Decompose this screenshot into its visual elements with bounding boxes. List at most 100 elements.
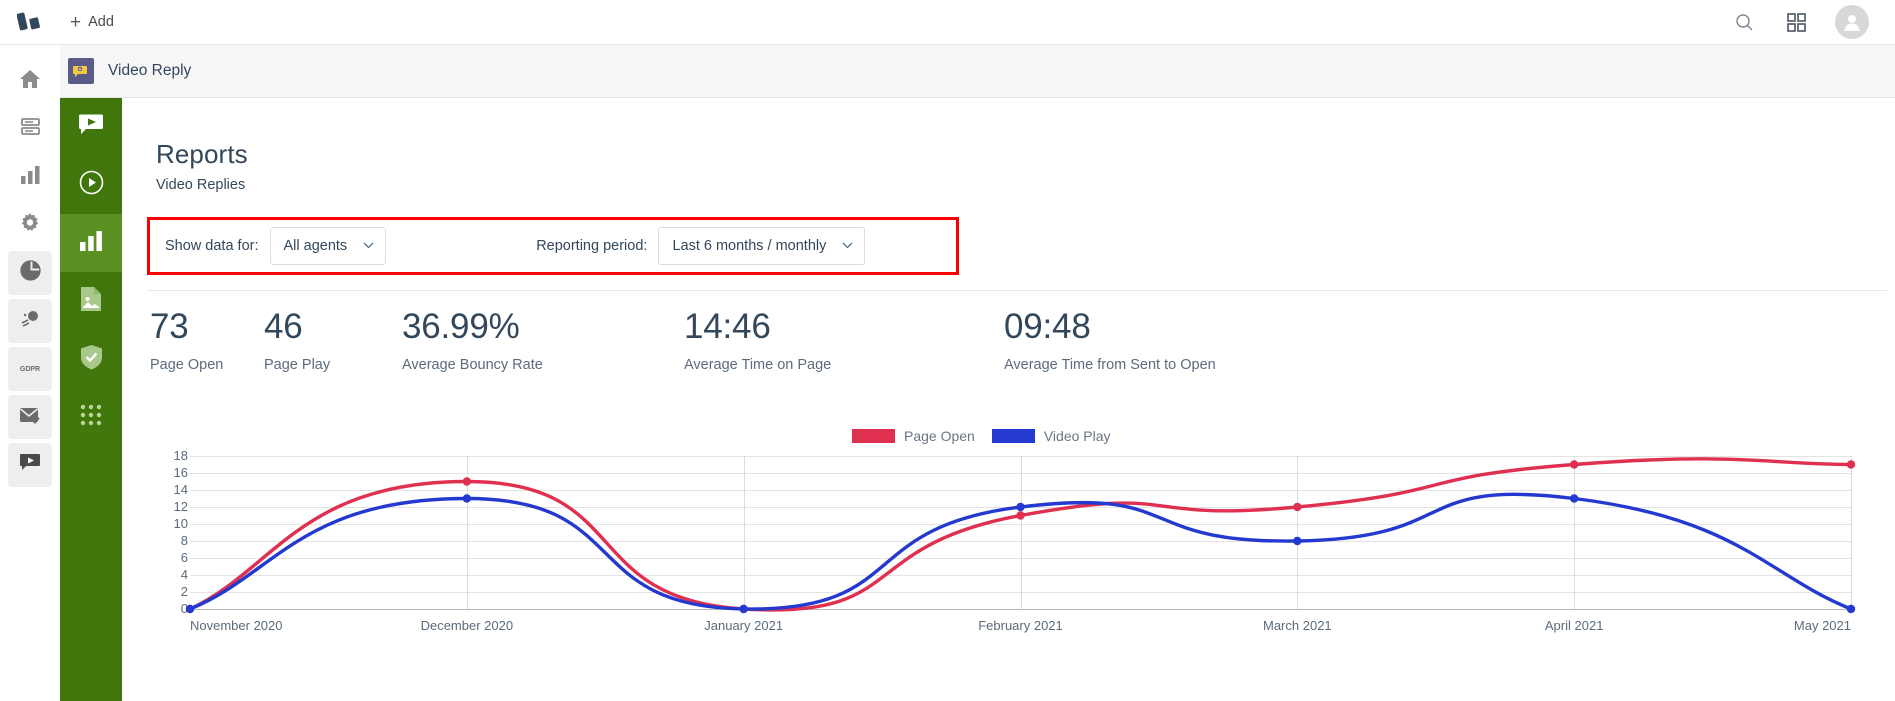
legend-item-page-open[interactable]: Page Open (852, 428, 975, 444)
rail-item-contacts[interactable] (8, 107, 52, 151)
data-point[interactable] (1016, 502, 1025, 512)
topbar-actions (1731, 5, 1895, 39)
gear-icon (19, 212, 41, 239)
data-point[interactable] (185, 604, 195, 614)
data-point[interactable] (1569, 494, 1579, 503)
x-axis-tick-label: February 2021 (978, 618, 1063, 633)
kpi-average-time-on-page: 14:46 Average Time on Page (684, 306, 1004, 373)
grid-apps-icon[interactable] (1783, 9, 1809, 35)
legend-swatch (991, 429, 1035, 443)
sidebar-item-templates[interactable] (60, 272, 122, 330)
chevron-down-icon (363, 241, 374, 252)
y-axis-tick-label: 0 (180, 601, 188, 616)
chart-vertical-gridline (1851, 456, 1852, 609)
rail-item-video-reply-app[interactable] (8, 443, 52, 487)
kpi-label: Average Time from Sent to Open (1004, 357, 1216, 373)
kpi-average-time-from-sent-to-open: 09:48 Average Time from Sent to Open (1004, 306, 1264, 373)
gdpr-icon: GDPR (19, 365, 41, 373)
rail-item-settings[interactable] (8, 203, 52, 247)
data-point[interactable] (1016, 511, 1025, 520)
reporting-period-select[interactable]: Last 6 months / monthly (658, 227, 866, 265)
sidebar-item-more-apps[interactable] (60, 388, 122, 446)
data-point[interactable] (1293, 502, 1302, 512)
video-chat-icon (19, 453, 41, 477)
x-axis-tick-label: November 2020 (190, 618, 283, 633)
y-axis-tick-label: 12 (173, 499, 188, 514)
reports-chart: Page Open Video Play 18 16 14 12 10 8 6 4 2 0 Novem… (122, 428, 1895, 698)
bar-chart-icon (20, 165, 41, 190)
rail-item-home[interactable] (8, 59, 52, 103)
series-line-page-open (188, 457, 1853, 612)
data-point[interactable] (739, 604, 748, 614)
y-axis-tick-label: 10 (173, 516, 188, 531)
kpi-value: 09:48 (1004, 307, 1091, 346)
data-point[interactable] (1846, 604, 1856, 614)
chart-legend: Page Open Video Play (852, 428, 1111, 444)
kpi-average-bouncy-rate: 36.99% Average Bouncy Rate (402, 306, 684, 373)
app-header-title: Video Reply (108, 62, 192, 79)
reporting-period-value: Last 6 months / monthly (672, 238, 827, 254)
rail-item-gdpr-app[interactable]: GDPR (8, 347, 52, 391)
search-icon[interactable] (1731, 9, 1757, 35)
page-subtitle: Video Replies (156, 177, 246, 193)
main-content: Reports Video Replies Show data for: All… (122, 98, 1895, 701)
rail-item-media-app[interactable] (8, 299, 52, 343)
x-axis-tick-label: March 2021 (1263, 618, 1332, 633)
y-axis-tick-label: 18 (173, 448, 188, 463)
sparkle-icon (20, 308, 41, 334)
kpi-label: Page Play (264, 357, 331, 373)
page-title: Reports (156, 139, 248, 169)
sidebar-item-recordings[interactable] (60, 156, 122, 214)
x-axis-tick-label: January 2021 (704, 618, 784, 633)
app-header-strip: Video Reply (60, 45, 1895, 98)
x-axis-tick-label: May 2021 (1793, 618, 1851, 633)
legend-swatch (852, 429, 895, 443)
grid-dots-icon (79, 403, 103, 432)
agents-select[interactable]: All agents (269, 227, 387, 265)
global-icon-rail: GDPR (0, 45, 60, 701)
kpi-value: 36.99% (402, 307, 520, 346)
envelope-check-icon (19, 406, 41, 429)
image-file-icon (80, 286, 102, 317)
chevron-down-icon (842, 241, 853, 252)
y-axis-tick-label: 8 (180, 533, 188, 548)
legend-item-video-play[interactable]: Video Play (991, 428, 1111, 444)
kpi-label: Page Open (150, 357, 224, 373)
rail-item-email-app[interactable] (8, 395, 52, 439)
shield-check-icon (80, 344, 103, 375)
user-avatar-icon[interactable] (1835, 5, 1869, 39)
home-icon (19, 68, 41, 95)
show-data-for-label: Show data for: (165, 238, 259, 254)
rail-item-pie-app[interactable] (8, 251, 52, 295)
kpi-page-open: 73 Page Open (150, 306, 264, 373)
kpi-value: 73 (150, 307, 189, 346)
reporting-period-label: Reporting period: (536, 238, 648, 254)
x-axis-tick-label: April 2021 (1544, 618, 1604, 633)
kpi-value: 14:46 (684, 307, 771, 346)
data-point[interactable] (1569, 460, 1579, 469)
agents-select-value: All agents (283, 238, 348, 254)
video-reply-app-icon (68, 58, 94, 84)
add-button[interactable]: + Add (70, 13, 114, 32)
kpi-value: 46 (264, 307, 303, 346)
sidebar-item-consent[interactable] (60, 330, 122, 388)
data-point[interactable] (462, 494, 472, 503)
hubspot-sprocket-logo[interactable] (0, 0, 60, 45)
data-point[interactable] (462, 477, 472, 486)
kpi-row: 73 Page Open 46 Page Play 36.99% Average Boun… (150, 306, 1264, 373)
sidebar-item-video-replies[interactable] (60, 98, 122, 156)
section-divider (147, 290, 1887, 291)
top-navigation-bar: + Add (0, 0, 1895, 45)
data-point[interactable] (1846, 460, 1856, 469)
filters-highlight-box: Show data for: All agents Reporting peri… (147, 217, 959, 275)
chart-plot-area: 18 16 14 12 10 8 6 4 2 0 November 2020 December 202… (160, 448, 1860, 656)
bar-chart-icon (79, 230, 103, 257)
plus-icon: + (70, 11, 82, 33)
chart-series-layer (185, 457, 1856, 614)
pie-chart-icon (19, 260, 41, 286)
sidebar-item-reports[interactable] (60, 214, 122, 272)
y-axis-tick-label: 6 (180, 550, 188, 565)
rail-item-reports[interactable] (8, 155, 52, 199)
database-icon (20, 116, 41, 142)
data-point[interactable] (1293, 536, 1302, 546)
